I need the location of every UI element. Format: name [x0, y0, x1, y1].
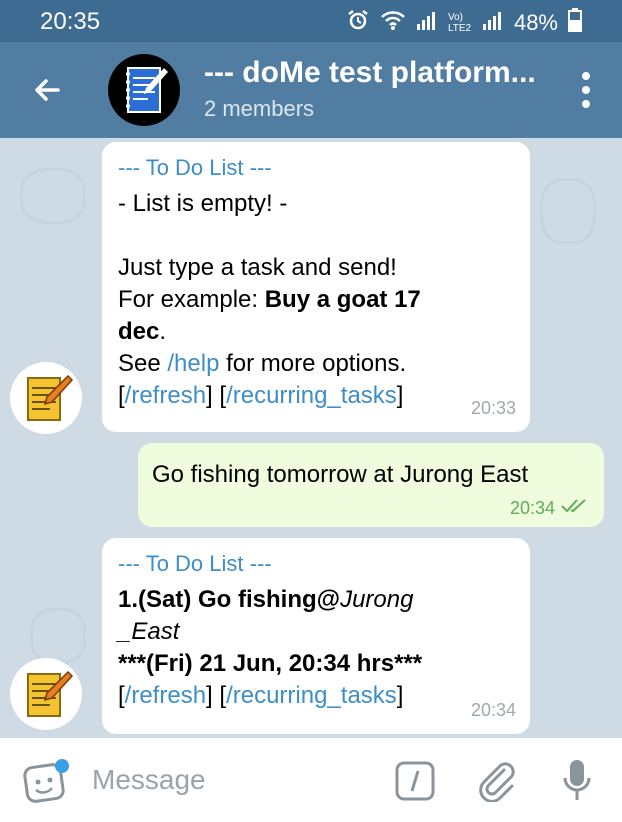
member-count[interactable]: 2 members [204, 96, 314, 122]
task-due-text: ***(Fri) 21 Jun, 20:34 hrs*** [118, 650, 423, 677]
task-due: ***(Fri) 21 Jun, 20:34 hrs*** [118, 648, 514, 680]
status-icons: Vo) LTE2 48% [346, 8, 582, 38]
message-heading: --- To Do List --- [118, 155, 272, 180]
help-link[interactable]: /help [167, 350, 219, 377]
bot-avatar[interactable] [10, 362, 82, 434]
status-bar: 20:35 Vo) LTE2 48% [0, 0, 622, 42]
message-input[interactable]: Message [92, 764, 206, 796]
background-doodle [540, 178, 596, 244]
more-vertical-icon[interactable] [576, 68, 596, 112]
message-line: [/refresh] [/recurring_tasks] [118, 682, 404, 709]
recurring-tasks-link[interactable]: /recurring_tasks [226, 382, 397, 409]
bot-command-icon[interactable] [394, 760, 436, 807]
message-line: - List is empty! - [118, 190, 288, 217]
message-line: See /help for more options. [118, 348, 514, 380]
microphone-icon[interactable] [562, 758, 592, 809]
message-text: Go fishing tomorrow at Jurong East [152, 461, 529, 488]
background-doodle [20, 168, 86, 224]
message-bold: Buy a goat 17 [264, 286, 421, 313]
message-line: dec. [118, 316, 514, 348]
message-line: For example: Buy a goat 17 [118, 284, 514, 316]
battery-icon [568, 8, 582, 38]
chat-area[interactable]: --- To Do List --- - List is empty! - Ju… [0, 138, 622, 738]
signal-icon [416, 10, 438, 36]
bot-message[interactable]: --- To Do List --- 1.(Sat) Go fishing@Ju… [102, 538, 530, 734]
user-message[interactable]: Go fishing tomorrow at Jurong East 20:34 [138, 443, 604, 527]
task-location: _East [118, 618, 180, 645]
message-line: Just type a task and send! [118, 254, 397, 281]
message-text: For example: [118, 286, 265, 313]
signal-icon-2 [482, 10, 504, 36]
message-heading: --- To Do List --- [118, 551, 272, 576]
battery-percent: 48% [513, 10, 558, 35]
chat-title[interactable]: --- doMe test platform... [204, 56, 536, 90]
task-line: _East [118, 616, 514, 648]
chat-header: --- doMe test platform... 2 members [0, 42, 622, 138]
recurring-tasks-link[interactable]: /recurring_tasks [226, 682, 397, 709]
bot-message[interactable]: --- To Do List --- - List is empty! - Ju… [102, 142, 530, 432]
attach-icon[interactable] [474, 758, 518, 807]
status-time: 20:35 [40, 8, 101, 35]
double-check-icon [560, 498, 588, 518]
background-doodle [30, 608, 86, 664]
task-text: 1.(Sat) Go fishing@ [118, 586, 341, 613]
volte-label: Vo) LTE2 [447, 12, 472, 34]
message-text: . [159, 318, 167, 345]
message-time-wrap: 20:34 [510, 498, 588, 519]
wifi-icon [380, 9, 406, 37]
message-time: 20:34 [509, 498, 555, 518]
message-time: 20:34 [470, 700, 516, 720]
message-text: See [118, 350, 168, 377]
message-composer: Message [0, 738, 622, 822]
task-location: Jurong [340, 586, 414, 613]
refresh-link[interactable]: /refresh [125, 382, 206, 409]
sticker-icon[interactable] [22, 758, 72, 809]
message-line: [/refresh] [/recurring_tasks] [118, 382, 404, 409]
alarm-icon [346, 8, 370, 38]
back-arrow-icon[interactable] [28, 70, 68, 110]
message-text: for more options. [219, 350, 407, 377]
message-bold: dec [118, 318, 160, 345]
group-avatar[interactable] [108, 54, 180, 126]
bot-avatar[interactable] [10, 658, 82, 730]
message-time: 20:33 [470, 398, 516, 418]
refresh-link[interactable]: /refresh [125, 682, 206, 709]
task-line: 1.(Sat) Go fishing@Jurong [118, 584, 514, 616]
